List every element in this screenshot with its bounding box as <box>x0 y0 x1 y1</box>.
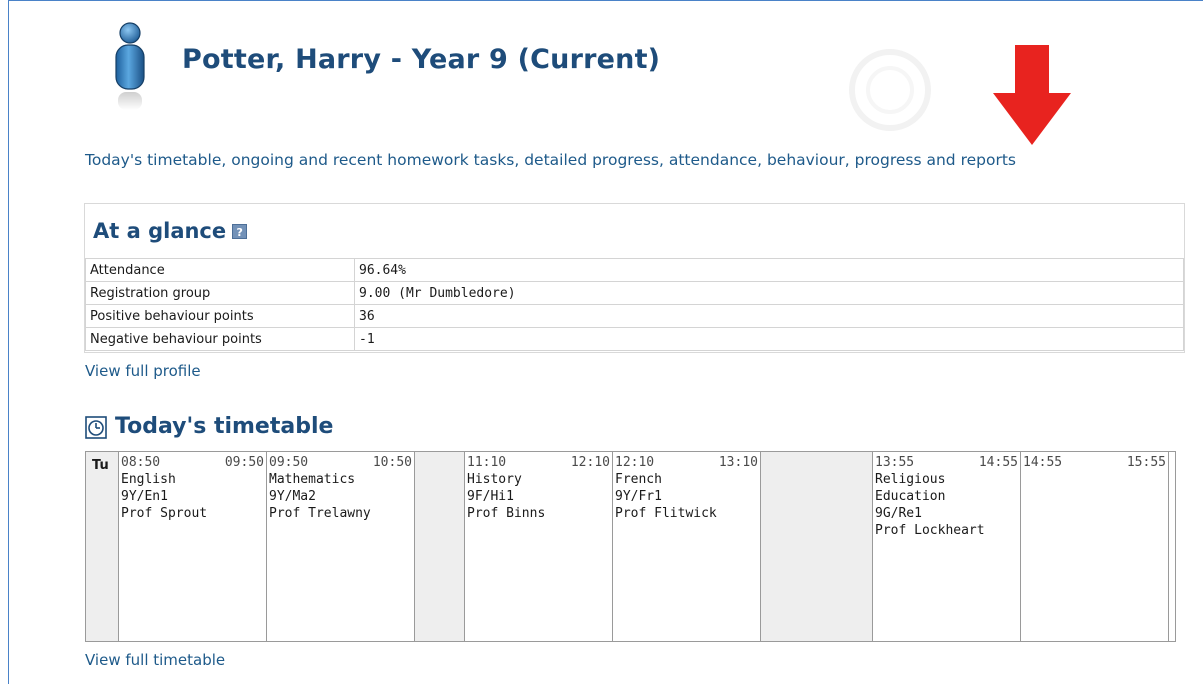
lesson-teacher: Prof Flitwick <box>615 506 717 521</box>
lesson-subject: History <box>467 472 522 487</box>
lesson-class: 9Y/En1 <box>121 489 168 504</box>
row-value: -1 <box>354 327 1184 351</box>
row-value: 96.64% <box>354 258 1184 282</box>
row-value: 36 <box>354 304 1184 328</box>
row-label: Positive behaviour points <box>85 304 355 328</box>
lesson-end-time: 14:55 <box>978 455 1018 470</box>
lesson-teacher: Prof Trelawny <box>269 506 371 521</box>
lesson-end-time: 10:50 <box>372 455 412 470</box>
lesson-teacher: Prof Lockheart <box>875 523 985 538</box>
lesson-start-time: 12:10 <box>615 455 655 470</box>
table-row: Negative behaviour points -1 <box>85 327 1184 351</box>
timetable-lesson[interactable]: 09:50 10:50 Mathematics 9Y/Ma2 Prof Trel… <box>267 452 415 641</box>
timetable-break <box>415 452 465 641</box>
lesson-teacher: Prof Sprout <box>121 506 208 521</box>
faded-logo-watermark <box>849 49 931 131</box>
row-label: Registration group <box>85 281 355 305</box>
at-a-glance-heading: At a glance ? <box>93 219 248 243</box>
lesson-teacher: Prof Binns <box>467 506 546 521</box>
lesson-start-time: 09:50 <box>269 455 309 470</box>
page-title: Potter, Harry - Year 9 (Current) <box>182 44 661 75</box>
lesson-end-time: 12:10 <box>570 455 610 470</box>
red-down-arrow-icon <box>993 45 1071 145</box>
lesson-subject: Mathematics <box>269 472 356 487</box>
lesson-subject: French <box>615 472 662 487</box>
timetable-grid: Tu 08:50 09:50 English 9Y/En1 Prof Sprou… <box>85 451 1176 642</box>
lesson-class: 9F/Hi1 <box>467 489 514 504</box>
lesson-start-time: 13:55 <box>875 455 915 470</box>
lesson-start-time: 14:55 <box>1023 455 1063 470</box>
timetable-title: Today's timetable <box>115 414 334 439</box>
timetable-lesson[interactable]: 08:50 09:50 English 9Y/En1 Prof Sprout <box>119 452 267 641</box>
help-icon[interactable]: ? <box>232 223 248 239</box>
timetable-heading: Today's timetable <box>85 414 333 439</box>
row-label: Negative behaviour points <box>85 327 355 351</box>
timetable-lesson[interactable]: 11:10 12:10 History 9F/Hi1 Prof Binns <box>465 452 613 641</box>
lesson-subject: Religious <box>875 472 946 487</box>
lesson-end-time: 13:10 <box>718 455 758 470</box>
clock-icon <box>85 415 107 439</box>
at-a-glance-title: At a glance <box>93 219 227 243</box>
lesson-class: 9Y/Fr1 <box>615 489 662 504</box>
lesson-subject: English <box>121 472 176 487</box>
lesson-end-time: 09:50 <box>224 455 264 470</box>
lesson-class: 9Y/Ma2 <box>269 489 316 504</box>
table-row: Attendance 96.64% <box>85 258 1184 282</box>
lesson-class: 9G/Re1 <box>875 506 922 521</box>
row-label: Attendance <box>85 258 355 282</box>
view-full-profile-link[interactable]: View full profile <box>85 362 201 380</box>
row-value: 9.00 (Mr Dumbledore) <box>354 281 1184 305</box>
day-label: Tu <box>86 452 119 641</box>
timetable-lesson[interactable]: 14:55 15:55 <box>1021 452 1169 641</box>
timetable-break <box>761 452 873 641</box>
at-a-glance-table: Attendance 96.64% Registration group 9.0… <box>85 258 1184 351</box>
lesson-end-time: 15:55 <box>1126 455 1166 470</box>
student-avatar-icon <box>115 22 145 110</box>
timetable-lesson[interactable]: 12:10 13:10 French 9Y/Fr1 Prof Flitwick <box>613 452 761 641</box>
lesson-start-time: 08:50 <box>121 455 161 470</box>
lesson-subject-continued: Education <box>875 489 946 504</box>
view-full-timetable-link[interactable]: View full timetable <box>85 651 225 669</box>
intro-description: Today's timetable, ongoing and recent ho… <box>85 151 1016 169</box>
timetable-lesson[interactable]: 13:55 14:55 Religious Education 9G/Re1 P… <box>873 452 1021 641</box>
table-row: Positive behaviour points 36 <box>85 304 1184 328</box>
table-row: Registration group 9.00 (Mr Dumbledore) <box>85 281 1184 305</box>
lesson-start-time: 11:10 <box>467 455 507 470</box>
